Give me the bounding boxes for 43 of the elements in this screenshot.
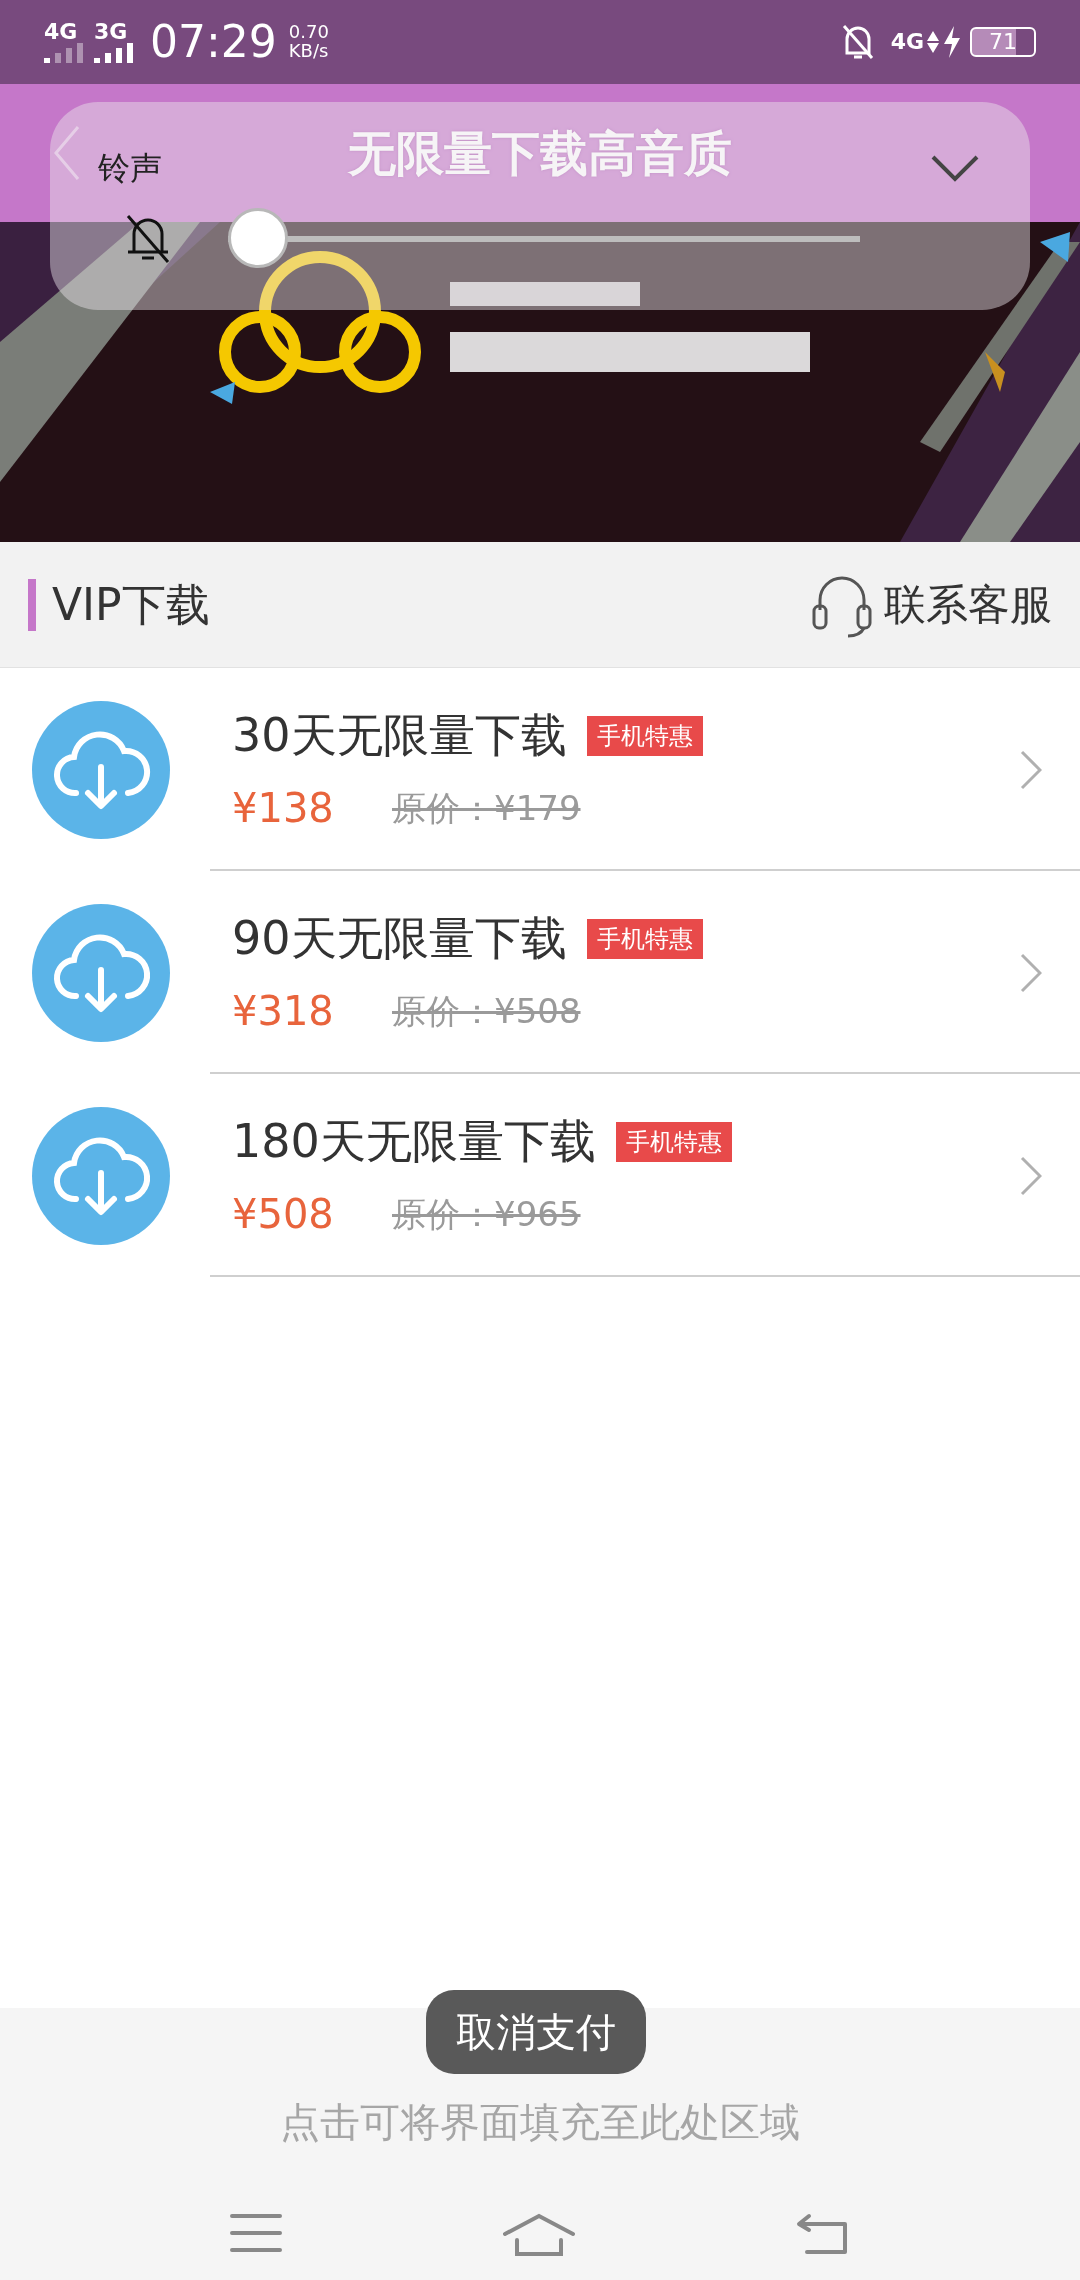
volume-label: 铃声 — [98, 148, 162, 189]
plan-title: 90天无限量下载 — [232, 910, 567, 967]
page-title: 无限量下载高音质 — [348, 124, 732, 183]
chevron-right-icon — [1020, 952, 1042, 993]
original-price: 原价：¥179 — [392, 786, 581, 830]
chevron-right-icon — [1020, 749, 1042, 790]
home-icon[interactable] — [502, 2212, 576, 2258]
network-label: 4G — [890, 31, 924, 53]
network-label: 3G — [94, 21, 129, 43]
chevron-down-icon[interactable] — [930, 154, 980, 182]
plan-row[interactable]: 30天无限量下载 手机特惠 ¥138 原价：¥179 — [0, 668, 1080, 871]
original-price: 原价：¥965 — [392, 1192, 581, 1236]
section-marker — [28, 578, 36, 631]
plan-row[interactable]: 90天无限量下载 手机特惠 ¥318 原价：¥508 — [0, 871, 1080, 1074]
section-title: VIP下载 — [52, 577, 210, 632]
toast-message: 取消支付 — [426, 1990, 646, 2074]
plan-row[interactable]: 180天无限量下载 手机特惠 ¥508 原价：¥965 — [0, 1074, 1080, 1277]
cloud-download-icon — [32, 700, 170, 839]
original-price: 原价：¥508 — [392, 989, 581, 1033]
cloud-download-icon — [32, 1106, 170, 1245]
price: ¥318 — [232, 987, 335, 1036]
price: ¥508 — [232, 1190, 335, 1239]
network-speed: 0.70 — [288, 23, 329, 42]
promo-tag: 手机特惠 — [586, 715, 703, 756]
bell-muted-icon — [840, 23, 875, 61]
promo-tag: 手机特惠 — [586, 918, 703, 959]
battery-indicator: 71 — [970, 27, 1036, 57]
cloud-download-icon — [32, 903, 170, 1042]
chevron-right-icon — [1020, 1155, 1042, 1196]
menu-icon[interactable] — [229, 2212, 284, 2254]
charging-icon — [942, 25, 962, 59]
signal-icon — [94, 43, 136, 63]
price: ¥138 — [232, 784, 335, 833]
bell-muted-icon[interactable] — [124, 212, 172, 266]
promo-tag: 手机特惠 — [615, 1121, 732, 1162]
slider-thumb[interactable] — [228, 208, 288, 268]
speed-unit: KB/s — [288, 42, 329, 61]
plan-title: 30天无限量下载 — [232, 707, 567, 764]
plan-title: 180天无限量下载 — [232, 1113, 596, 1170]
network-label: 4G — [44, 21, 79, 43]
contact-support-link[interactable]: 联系客服 — [810, 569, 1052, 640]
clock: 07:29 — [150, 15, 277, 69]
signal-icon — [44, 43, 86, 63]
